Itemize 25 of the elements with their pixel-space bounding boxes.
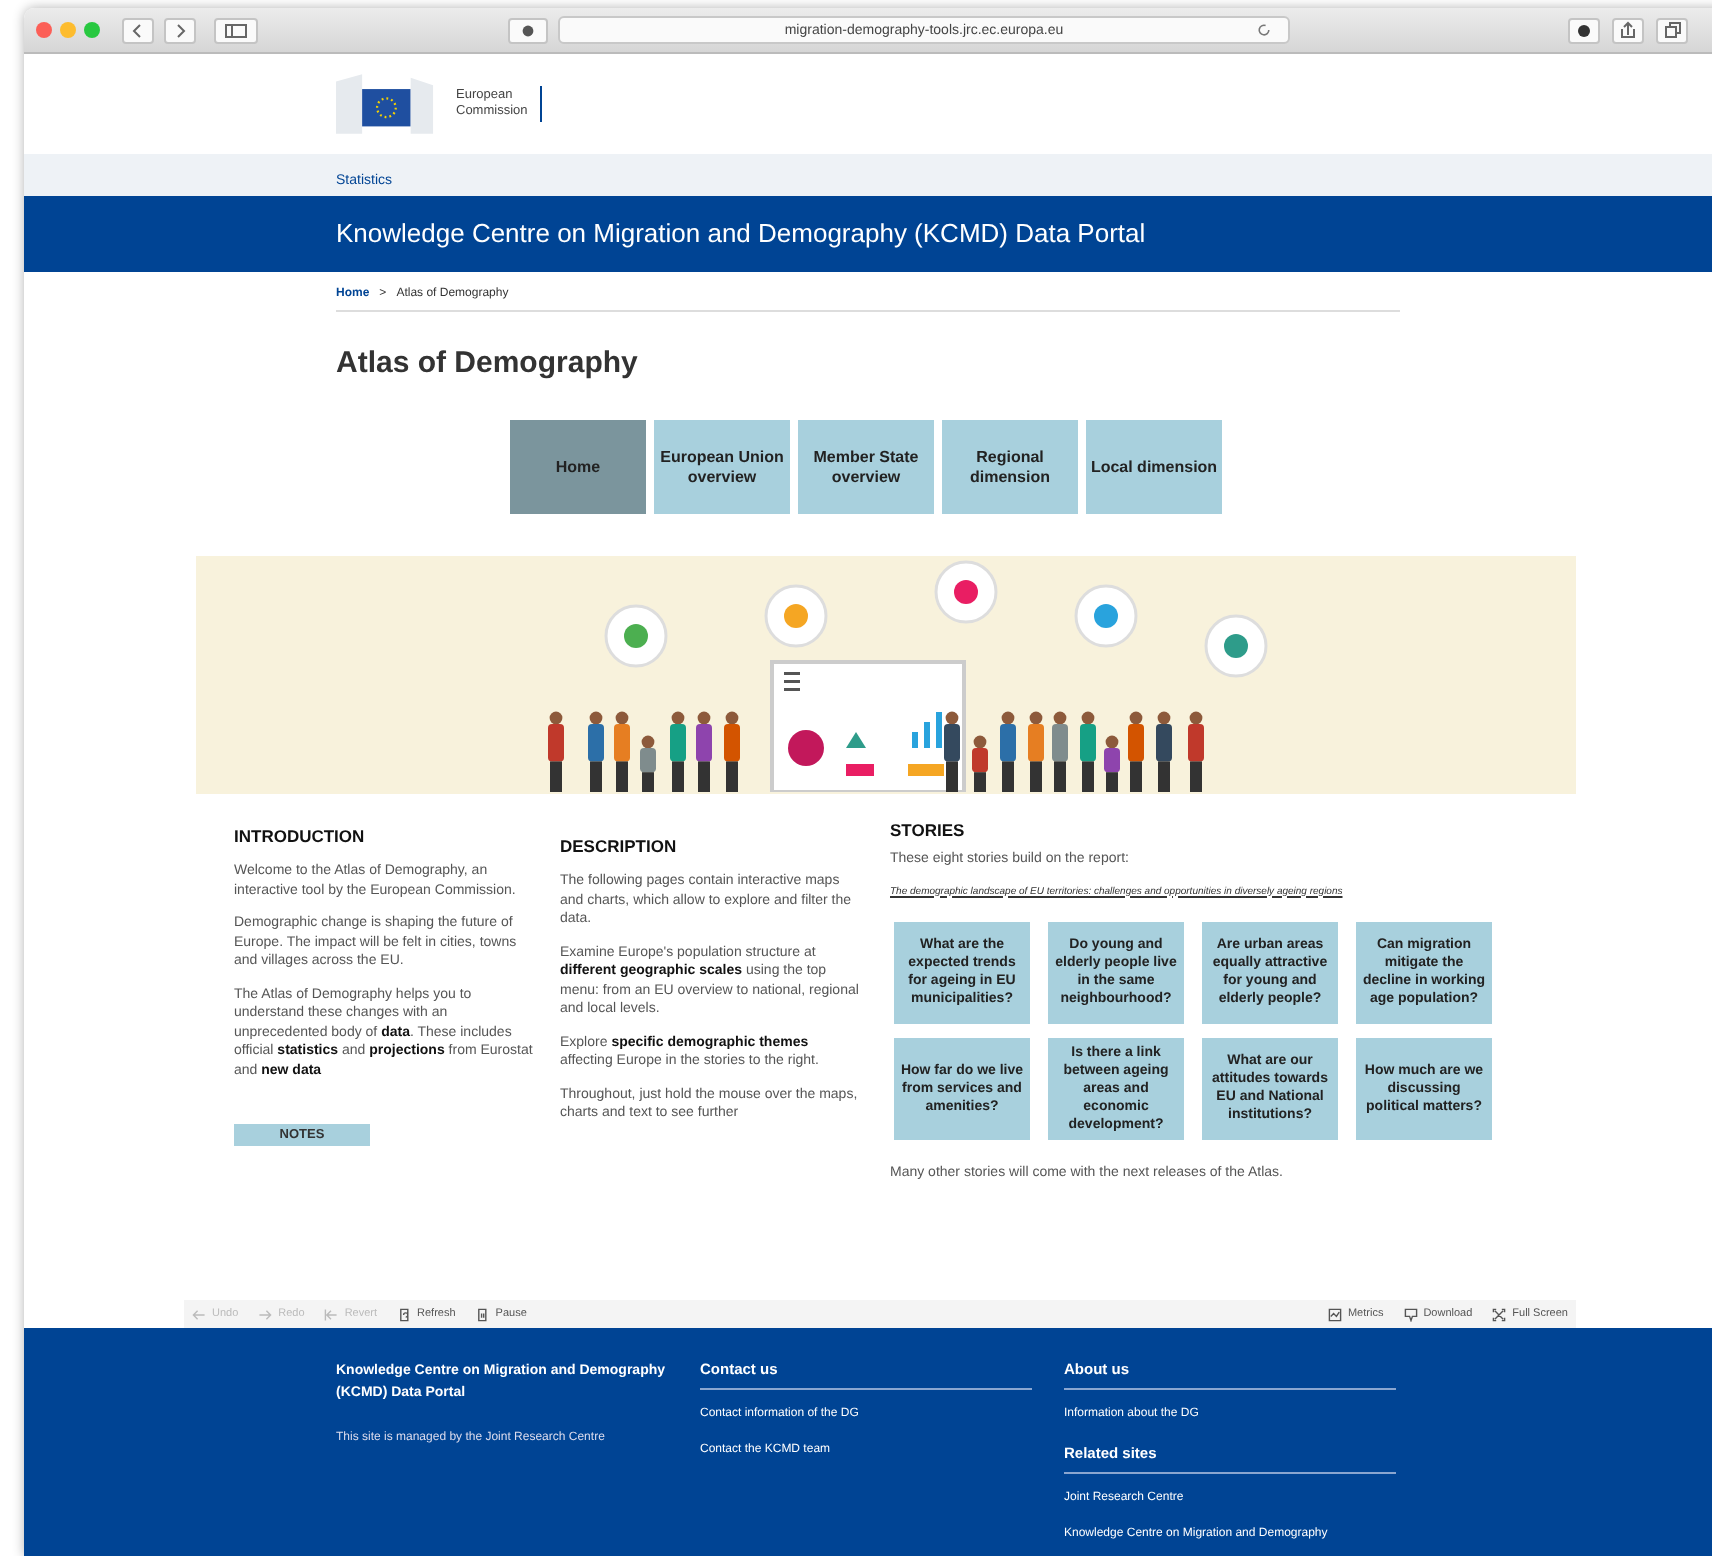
back-icon[interactable] xyxy=(122,17,154,43)
close-window-icon[interactable] xyxy=(36,22,52,38)
nav-tab[interactable]: Member State overview xyxy=(798,420,934,514)
refresh-icon xyxy=(397,1307,412,1321)
forward-icon[interactable] xyxy=(164,17,196,43)
fullscreen-icon xyxy=(1492,1307,1507,1321)
portal-title: Knowledge Centre on Migration and Demography (KCMD) Data Portal xyxy=(336,218,1146,248)
revert-icon xyxy=(324,1307,339,1321)
nav-tab[interactable]: Home xyxy=(510,420,646,514)
nav-tab[interactable]: European Union overview xyxy=(654,420,790,514)
reload-icon[interactable] xyxy=(1256,22,1272,38)
tabs-icon[interactable] xyxy=(1656,17,1688,43)
stories-heading: STORIES xyxy=(890,820,967,840)
pause-icon xyxy=(475,1307,490,1321)
download-icon xyxy=(1403,1307,1418,1321)
nav-tab[interactable]: Regional dimension xyxy=(942,420,1078,514)
share-icon[interactable] xyxy=(1612,17,1644,43)
redo-icon xyxy=(258,1307,273,1321)
metrics-icon xyxy=(1327,1307,1342,1321)
nav-tab[interactable]: Local dimension xyxy=(1086,420,1222,514)
sidebar-icon[interactable] xyxy=(214,17,258,43)
description-heading: DESCRIPTION xyxy=(560,836,679,856)
page-title: Atlas of Demography xyxy=(336,346,640,380)
undo-icon xyxy=(192,1307,206,1321)
introduction-heading: INTRODUCTION xyxy=(234,826,367,846)
